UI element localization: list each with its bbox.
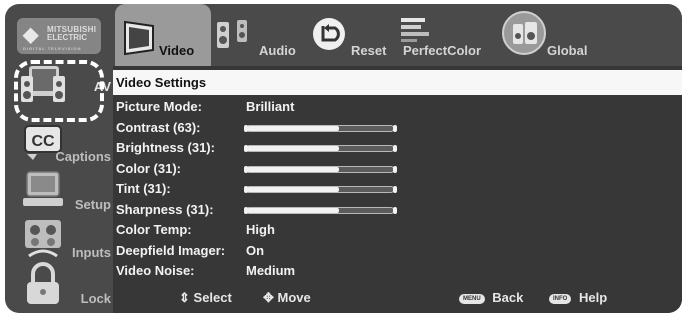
setting-slider[interactable] — [244, 165, 397, 173]
setting-value: On — [246, 242, 265, 258]
tab-global[interactable]: Global — [501, 4, 611, 66]
slider-end-cap — [244, 145, 248, 152]
setting-name: Brightness (31): — [116, 140, 215, 155]
top-tabs: Video Audio Reset PerfectColor Global — [113, 4, 682, 66]
sidebar-item-lock[interactable]: Lock — [13, 262, 113, 310]
section-title: Video Settings — [116, 75, 207, 90]
setting-row[interactable]: Deepfield Imager: On — [116, 243, 676, 261]
sidebar-item-inputs[interactable]: Inputs — [13, 216, 113, 264]
tab-video[interactable]: Video — [115, 4, 211, 66]
tab-label: Global — [547, 43, 588, 58]
av-selection-highlight — [14, 60, 104, 122]
move-hint: ✥ Move — [263, 290, 311, 306]
setting-value: High — [246, 222, 275, 237]
setting-row[interactable]: Contrast (63): — [116, 120, 676, 138]
slider-end-cap — [393, 145, 397, 152]
slider-end-cap — [244, 165, 248, 173]
tab-perfectcolor[interactable]: PerfectColor — [389, 4, 499, 66]
sidebar-item-setup[interactable]: Setup — [13, 168, 113, 216]
slider-end-cap — [244, 186, 248, 193]
slider-end-cap — [244, 206, 248, 214]
back-hint[interactable]: MENU Back — [459, 290, 523, 305]
tab-label: Audio — [259, 43, 296, 58]
info-key-icon: INFO — [549, 294, 572, 304]
sidebar-item-label: Lock — [80, 291, 111, 306]
color-bars-icon — [401, 18, 429, 42]
sidebar-item-label: Inputs — [72, 245, 111, 260]
logo-tagline: DIGITAL TELEVISION — [23, 46, 82, 51]
slider-end-cap — [393, 186, 397, 193]
slider-fill — [247, 125, 339, 131]
setting-value: Brilliant — [246, 99, 295, 114]
svg-text:CC: CC — [31, 133, 55, 150]
three-diamonds-icon: ◆ — [23, 24, 39, 46]
slider-end-cap — [393, 165, 397, 173]
slider-fill — [247, 187, 339, 192]
setting-row[interactable]: Color (31): — [116, 161, 676, 179]
setting-row[interactable]: Sharpness (31): — [116, 202, 676, 220]
tv-icon — [124, 20, 154, 56]
section-header: Video Settings — [113, 70, 682, 95]
reset-arrow-icon — [313, 18, 345, 50]
tab-audio[interactable]: Audio — [211, 4, 301, 66]
back-label: Back — [492, 290, 524, 305]
mitsubishi-logo: ◆ MITSUBISHI ELECTRIC DIGITAL TELEVISION — [17, 18, 101, 54]
slider-fill — [247, 207, 339, 213]
monitor-setup-icon — [23, 171, 63, 206]
select-hint: ⇕ Select — [179, 290, 232, 306]
sidebar: ◆ MITSUBISHI ELECTRIC DIGITAL TELEVISION… — [5, 4, 113, 313]
tab-label: Reset — [351, 43, 387, 58]
footer-hints: ⇕ Select ✥ Move MENU Back INFO Help — [113, 286, 682, 312]
four-way-arrows-icon: ✥ — [263, 290, 274, 305]
tab-reset[interactable]: Reset — [303, 4, 387, 66]
setting-row[interactable]: Video Noise: Medium — [116, 263, 676, 281]
slider-fill — [247, 166, 339, 172]
updown-arrows-icon: ⇕ — [179, 290, 190, 305]
settings-panel: Video Settings Picture Mode: Brilliant Con… — [113, 66, 682, 313]
sidebar-item-captions[interactable]: CC Captions — [13, 120, 113, 168]
setting-row[interactable]: Tint (31): — [116, 181, 676, 199]
setting-name: Contrast (63): — [116, 119, 201, 135]
sidebar-item-label: Captions — [55, 149, 111, 164]
help-hint[interactable]: INFO Help — [549, 290, 607, 305]
select-label: Select — [193, 290, 232, 305]
setting-name: Color (31): — [116, 160, 181, 176]
inputs-icon — [25, 220, 61, 258]
tab-label: Video — [159, 43, 195, 58]
globe-icon — [502, 11, 546, 55]
setting-row[interactable]: Brightness (31): — [116, 140, 676, 158]
slider-end-cap — [393, 124, 397, 132]
help-label: Help — [578, 290, 608, 305]
tab-label: PerfectColor — [403, 43, 482, 58]
setting-name: Deepfield Imager: — [116, 242, 226, 258]
setting-name: Color Temp: — [116, 222, 192, 237]
setting-slider[interactable] — [244, 124, 397, 132]
slider-fill — [247, 146, 339, 151]
menu-key-icon: MENU — [459, 294, 485, 304]
padlock-icon — [27, 262, 59, 304]
logo-brand-line2: ELECTRIC — [47, 33, 87, 42]
setting-value: Medium — [246, 263, 296, 278]
move-label: Move — [277, 290, 311, 305]
setting-name: Tint (31): — [116, 181, 171, 196]
slider-end-cap — [244, 124, 248, 132]
slider-end-cap — [393, 206, 397, 214]
setting-name: Video Noise: — [116, 263, 195, 278]
setting-name: Sharpness (31): — [116, 201, 214, 217]
setting-row[interactable]: Color Temp: High — [116, 222, 676, 240]
setting-row[interactable]: Picture Mode: Brilliant — [116, 99, 676, 117]
setting-slider[interactable] — [244, 145, 397, 152]
tv-menu-screen: ◆ MITSUBISHI ELECTRIC DIGITAL TELEVISION… — [5, 4, 682, 313]
sidebar-item-label: Setup — [74, 197, 111, 212]
setting-name: Picture Mode: — [116, 99, 202, 114]
setting-slider[interactable] — [244, 206, 397, 214]
speaker-icon — [217, 20, 247, 48]
setting-slider[interactable] — [244, 186, 397, 193]
